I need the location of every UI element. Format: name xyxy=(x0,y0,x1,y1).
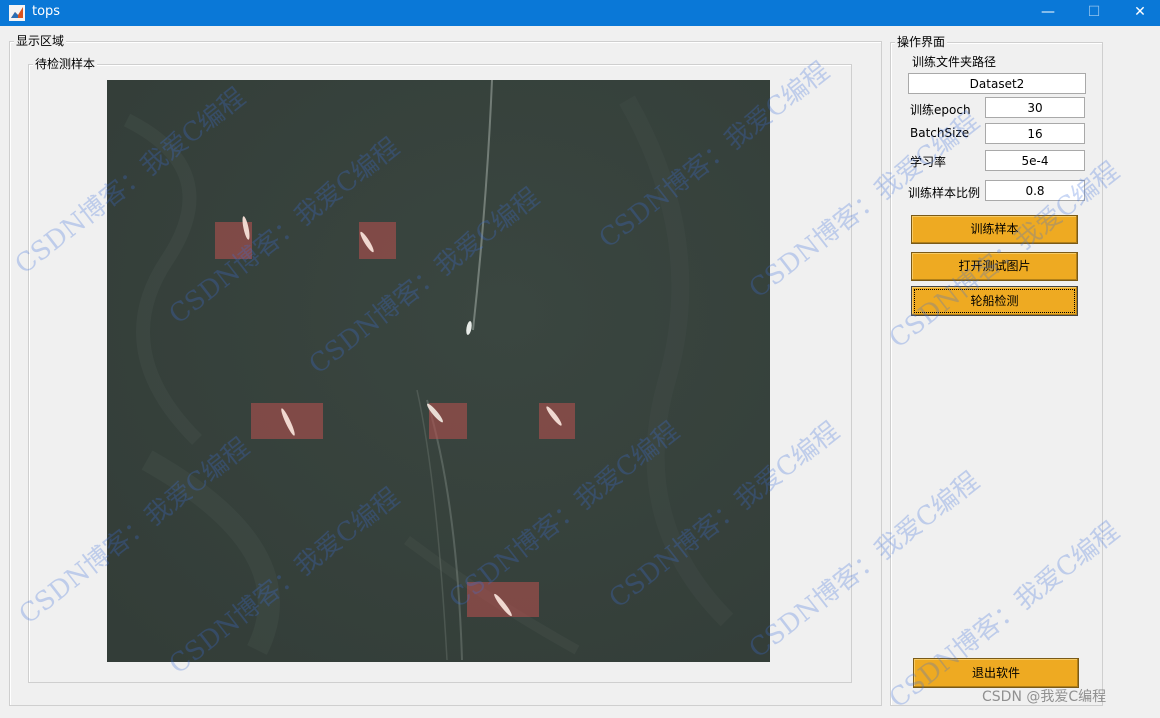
exit-button[interactable]: 退出软件 xyxy=(913,658,1079,688)
minimize-button[interactable]: — xyxy=(1025,0,1071,26)
train-ratio-label: 训练样本比例 xyxy=(908,186,981,200)
close-button[interactable]: ✕ xyxy=(1117,0,1160,26)
folder-path-label: 训练文件夹路径 xyxy=(912,55,997,69)
matlab-figure-icon xyxy=(9,5,25,21)
detection-box xyxy=(215,216,252,259)
aerial-sea-image xyxy=(107,80,770,662)
display-panel-title: 显示区域 xyxy=(14,33,67,49)
learning-rate-field[interactable] xyxy=(985,150,1085,171)
detection-box xyxy=(359,222,396,259)
train-ratio-field[interactable] xyxy=(985,180,1085,201)
title-bar: tops — ☐ ✕ xyxy=(0,0,1160,26)
detection-box xyxy=(539,403,575,439)
watermark-credit: CSDN @我爱C编程 xyxy=(982,689,1107,705)
folder-path-field[interactable] xyxy=(908,73,1086,94)
detection-box xyxy=(467,582,539,617)
maximize-button[interactable]: ☐ xyxy=(1071,0,1117,26)
detect-ship-button[interactable]: 轮船检测 xyxy=(911,286,1078,316)
control-panel-title: 操作界面 xyxy=(895,34,948,50)
window-title: tops xyxy=(32,4,61,19)
sea-image-axes[interactable] xyxy=(107,80,770,662)
batchsize-label: BatchSize xyxy=(910,126,970,140)
detection-box xyxy=(427,403,467,439)
train-button[interactable]: 训练样本 xyxy=(911,215,1078,244)
sample-panel-title: 待检测样本 xyxy=(33,56,98,72)
figure-client-area: 显示区域 待检测样本 操作界面 训练文件夹路径 Dataset2 训练epoch… xyxy=(0,26,1160,718)
batchsize-field[interactable] xyxy=(985,123,1085,144)
detection-box xyxy=(251,403,323,439)
epoch-field[interactable] xyxy=(985,97,1085,118)
epoch-label: 训练epoch xyxy=(910,103,971,117)
open-image-button[interactable]: 打开测试图片 xyxy=(911,252,1078,281)
learning-rate-label: 学习率 xyxy=(910,155,947,169)
